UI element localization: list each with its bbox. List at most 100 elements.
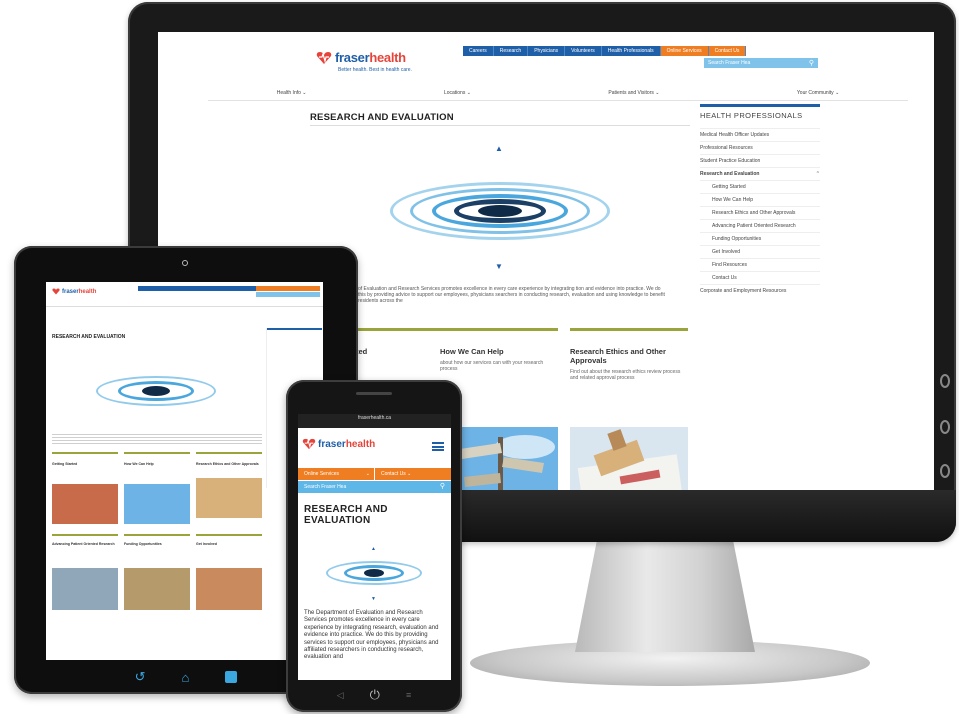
menu-your-community-label: Your Community <box>796 90 834 96</box>
chevron-down-icon: ⌄ <box>655 90 660 96</box>
search-icon[interactable]: ⚲ <box>440 482 445 490</box>
title-divider <box>310 125 690 126</box>
back-icon[interactable]: ◁ <box>337 690 344 701</box>
sidebar-subitem-funding[interactable]: Funding Opportunities <box>700 232 820 245</box>
chevron-down-icon: ⌄ <box>407 471 412 477</box>
sidebar-subitem-contact-us[interactable]: Contact Us <box>700 271 820 284</box>
tablet-tile[interactable]: Getting Started <box>52 452 118 524</box>
tablet-site-logo[interactable]: fraserhealth <box>52 288 96 295</box>
sidebar-item-mho-updates[interactable]: Medical Health Officer Updates <box>700 128 820 141</box>
tablet-intro-paragraph <box>52 432 262 446</box>
phone-up-arrow-icon[interactable]: ▲ <box>371 546 376 552</box>
tablet-tile[interactable]: Funding Opportunities <box>124 534 190 610</box>
phone-search-placeholder: Search Fraser Hea <box>304 484 347 490</box>
tile-title: Funding Opportunities <box>124 542 162 546</box>
approval-stamp-photo[interactable] <box>570 427 688 490</box>
tablet-search-input[interactable] <box>256 292 320 297</box>
tablet-tile[interactable]: How We Can Help <box>124 452 190 524</box>
column-title[interactable]: Research Ethics and Other Approvals <box>570 347 688 365</box>
phone-site-logo[interactable]: fraserhealth <box>302 438 375 450</box>
tablet-screen: fraserhealth RESEARCH AND EVALUATION Get… <box>46 282 323 660</box>
sidebar: HEALTH PROFESSIONALS Medical Health Offi… <box>700 104 820 297</box>
sidebar-subitem-getting-started[interactable]: Getting Started <box>700 180 820 193</box>
sidebar-subitem-patient-oriented[interactable]: Advancing Patient Oriented Research <box>700 219 820 232</box>
phone-online-services[interactable]: Online Services ⌄ <box>298 468 375 480</box>
column-research-ethics: Research Ethics and Other Approvals Find… <box>570 328 688 381</box>
hero-up-arrow-icon[interactable]: ▲ <box>495 144 503 153</box>
home-icon[interactable]: ⌂ <box>182 670 190 685</box>
tablet-tile[interactable]: Research Ethics and Other Approvals <box>196 452 262 524</box>
top-nav-online-services[interactable]: Online Services <box>660 46 709 56</box>
fraserhealth-logo-icon <box>52 288 60 295</box>
monitor-stand-neck <box>575 542 755 652</box>
tablet-water-ripple-image <box>96 372 216 412</box>
menu-patients-visitors[interactable]: Patients and Visitors ⌄ <box>608 90 659 96</box>
search-input[interactable]: Search Fraser Hea ⚲ <box>704 58 818 68</box>
tablet-tile[interactable]: Get Involved <box>196 534 262 610</box>
chevron-down-icon: ⌄ <box>365 471 370 477</box>
monitor-side-button[interactable] <box>940 374 950 388</box>
tablet-online-services-tab[interactable] <box>256 286 320 291</box>
chevron-up-icon[interactable]: ⌃ <box>816 171 820 177</box>
brand-name-first: fraser <box>62 288 79 295</box>
brand-name-first: fraser <box>318 438 346 450</box>
site-logo[interactable]: fraserhealth Better health. Best in heal… <box>316 50 412 73</box>
fraserhealth-logo-icon <box>302 438 316 450</box>
search-placeholder: Search Fraser Hea <box>708 60 751 66</box>
brand-name-second: health <box>369 50 406 65</box>
phone-contact-us[interactable]: Contact Us ⌄ <box>375 468 411 480</box>
top-nav-contact-us[interactable]: Contact Us <box>708 46 747 56</box>
sidebar-item-professional-resources[interactable]: Professional Resources <box>700 141 820 154</box>
top-navigation: Careers Research Physicians Volunteers H… <box>463 46 747 56</box>
hamburger-menu-icon[interactable] <box>432 442 444 451</box>
hero-down-arrow-icon[interactable]: ▼ <box>495 262 503 271</box>
tablet-tile-grid: Getting Started How We Can Help Research… <box>52 452 262 610</box>
search-icon[interactable]: ⚲ <box>809 59 814 67</box>
monitor-side-button[interactable] <box>940 420 950 434</box>
tablet-page-title: RESEARCH AND EVALUATION <box>52 334 126 340</box>
phone-screen: fraserhealth.ca fraserhealth Online Serv… <box>298 414 451 680</box>
top-nav-careers[interactable]: Careers <box>463 46 494 56</box>
column-accent-bar <box>570 328 688 331</box>
power-icon[interactable]: ⏻ <box>370 687 380 703</box>
brand-name-first: fraser <box>335 50 370 65</box>
column-text: Find out about the research ethics revie… <box>570 369 681 381</box>
menu-health-info[interactable]: Health Info ⌄ <box>277 90 307 96</box>
menu-locations[interactable]: Locations ⌄ <box>444 90 471 96</box>
water-ripple-image <box>390 172 610 252</box>
sidebar-item-student-practice[interactable]: Student Practice Education <box>700 154 820 167</box>
top-nav-volunteers[interactable]: Volunteers <box>565 46 602 56</box>
back-icon[interactable]: ↺ <box>135 669 146 685</box>
menu-your-community[interactable]: Your Community ⌄ <box>797 90 839 96</box>
sidebar-accent-bar <box>700 104 820 107</box>
menu-health-info-label: Health Info <box>276 90 301 96</box>
top-nav-physicians[interactable]: Physicians <box>528 46 566 56</box>
tablet-menu-divider <box>46 306 323 307</box>
sidebar-item-corporate[interactable]: Corporate and Employment Resources <box>700 284 820 297</box>
top-nav-health-professionals[interactable]: Health Professionals <box>601 46 661 56</box>
phone-down-arrow-icon[interactable]: ▼ <box>371 596 376 602</box>
sidebar-subitem-research-ethics[interactable]: Research Ethics and Other Approvals <box>700 206 820 219</box>
brand-name-second: health <box>78 288 97 295</box>
top-nav-research[interactable]: Research <box>493 46 529 56</box>
phone-search-input[interactable]: Search Fraser Hea ⚲ <box>298 481 451 493</box>
apps-icon[interactable] <box>225 671 238 683</box>
sidebar-item-research-evaluation[interactable]: Research and Evaluation ⌃ <box>700 167 820 180</box>
sidebar-subitem-find-resources[interactable]: Find Resources <box>700 258 820 271</box>
tablet-tile[interactable]: Advancing Patient Oriented Research <box>52 534 118 610</box>
sidebar-subitem-how-we-can-help[interactable]: How We Can Help <box>700 193 820 206</box>
column-text: about how our services can with your res… <box>440 360 544 372</box>
tablet-camera-icon <box>182 260 188 266</box>
monitor-side-button[interactable] <box>940 464 950 478</box>
phone-page-title: RESEARCH AND EVALUATION <box>304 504 388 526</box>
column-accent-bar <box>440 328 558 331</box>
phone-speaker <box>356 392 392 395</box>
sidebar-accent-bar <box>267 328 322 330</box>
menu-icon[interactable]: ≡ <box>406 690 411 700</box>
sidebar-item-label: Research and Evaluation <box>700 171 760 177</box>
phone-orange-bar: Online Services ⌄ Contact Us ⌄ <box>298 468 451 480</box>
column-title[interactable]: How We Can Help <box>440 347 558 356</box>
chevron-down-icon: ⌄ <box>302 90 307 96</box>
tile-title: How We Can Help <box>124 462 154 466</box>
sidebar-subitem-get-involved[interactable]: Get Involved <box>700 245 820 258</box>
